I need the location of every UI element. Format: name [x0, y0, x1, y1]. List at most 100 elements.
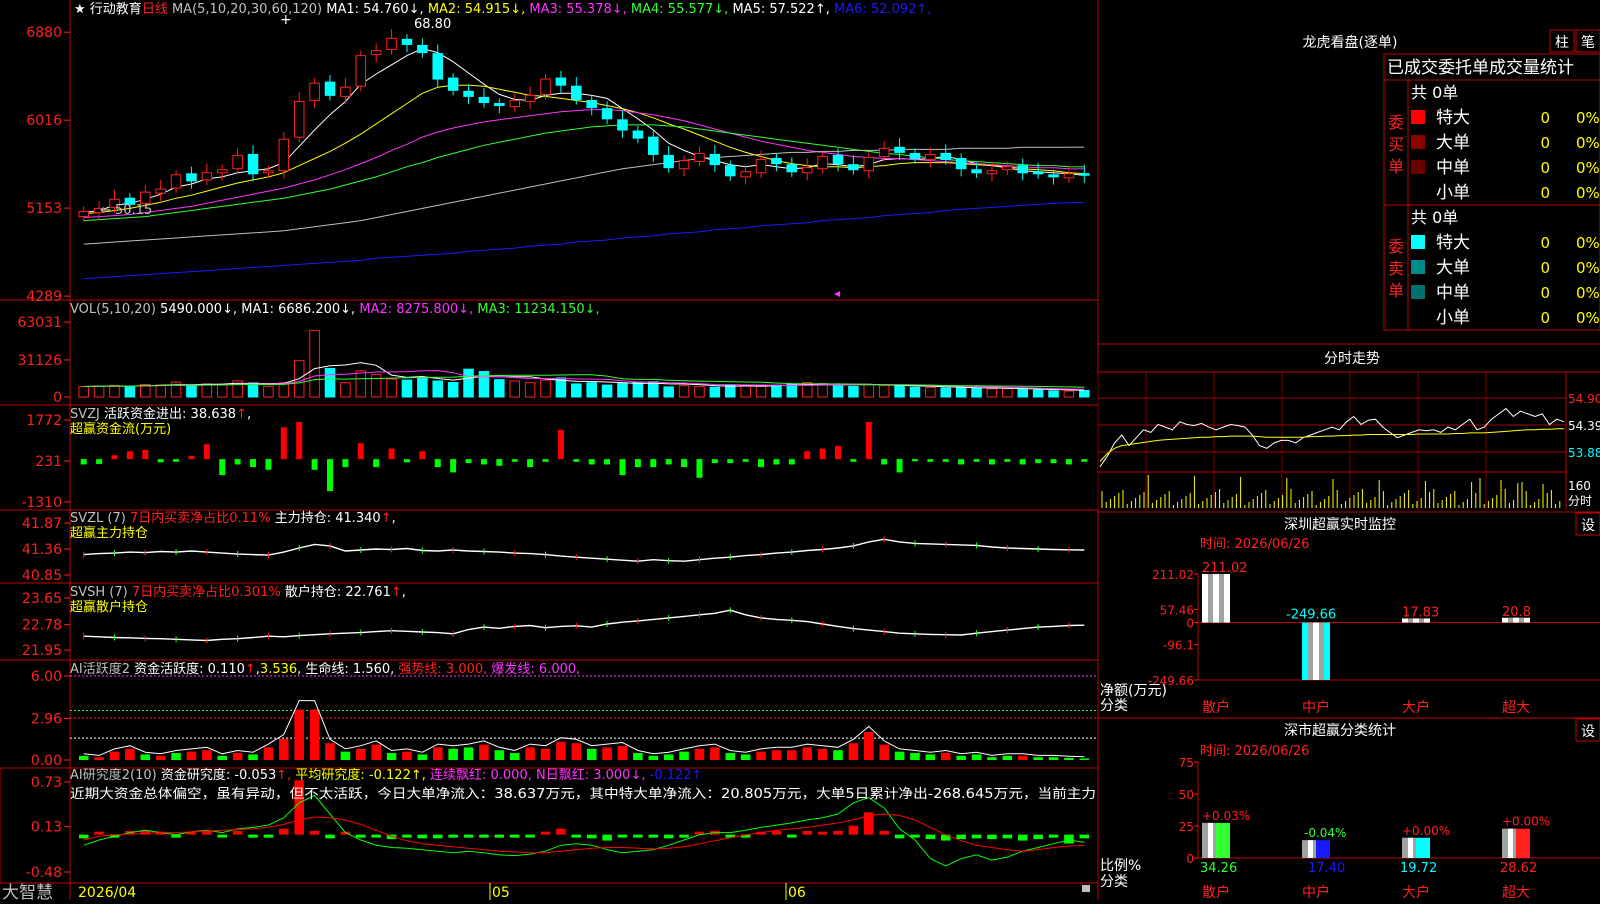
vol-bar-12[interactable]: [263, 385, 274, 398]
vol-bar-5[interactable]: [155, 384, 166, 398]
candle-body-7[interactable]: [186, 173, 197, 182]
svzj-bar-19[interactable]: [373, 459, 380, 468]
vol-bar-30[interactable]: [540, 379, 551, 398]
vol-bar-29[interactable]: [524, 382, 536, 398]
candle-body-18[interactable]: [355, 55, 367, 87]
candle-body-27[interactable]: [494, 103, 505, 107]
candle-body-42[interactable]: [724, 165, 736, 177]
candle-body-4[interactable]: [140, 191, 151, 204]
aia-bar-63[interactable]: [1048, 757, 1059, 760]
svzj-bar-53[interactable]: [896, 459, 903, 473]
candle-body-35[interactable]: [617, 119, 628, 131]
candle-body-10[interactable]: [232, 154, 243, 170]
air-bar-35[interactable]: [617, 834, 628, 838]
candle-body-52[interactable]: [878, 147, 890, 157]
aia-bar-64[interactable]: [1064, 757, 1074, 760]
aia-bar-61[interactable]: [1017, 755, 1028, 760]
svzj-bar-41[interactable]: [711, 459, 718, 464]
candle-body-55[interactable]: [925, 153, 936, 161]
air-bar-1[interactable]: [94, 831, 104, 835]
candle-body-63[interactable]: [1048, 174, 1059, 178]
vol-bar-52[interactable]: [878, 384, 890, 398]
svzj-bar-58[interactable]: [973, 459, 980, 462]
air-bar-49[interactable]: [833, 830, 843, 835]
svzj-bar-65[interactable]: [1081, 459, 1088, 462]
svzj-bar-2[interactable]: [111, 455, 118, 460]
air-bar-0[interactable]: [78, 834, 89, 839]
svzj-bar-46[interactable]: [788, 459, 795, 465]
aia-bar-55[interactable]: [925, 754, 936, 760]
vol-bar-36[interactable]: [632, 381, 644, 398]
candle-body-12[interactable]: [263, 170, 274, 174]
aia-bar-59[interactable]: [987, 757, 997, 760]
air-bar-18[interactable]: [356, 834, 366, 838]
candle-body-11[interactable]: [247, 153, 259, 175]
svzj-bar-56[interactable]: [942, 459, 949, 462]
aia-bar-65[interactable]: [1079, 758, 1090, 760]
candle-body-65[interactable]: [1079, 173, 1090, 176]
aia-bar-62[interactable]: [1033, 757, 1043, 760]
svzj-bar-47[interactable]: [804, 451, 811, 460]
aia-bar-41[interactable]: [710, 747, 720, 760]
fenshi-panel[interactable]: 分时走势 54.90 54.39 53.88 160分时: [1097, 351, 1600, 510]
air-bar-19[interactable]: [371, 834, 381, 838]
candle-body-24[interactable]: [447, 77, 459, 91]
air-bar-27[interactable]: [494, 834, 505, 838]
candle-body-60[interactable]: [1002, 166, 1013, 171]
svzj-bar-49[interactable]: [835, 445, 841, 460]
svzj-bar-44[interactable]: [758, 459, 765, 468]
vol-bar-65[interactable]: [1079, 389, 1090, 398]
vol-bar-58[interactable]: [971, 387, 982, 398]
air-bar-13[interactable]: [279, 828, 289, 835]
ai-research-panel[interactable]: 0.73 0.13 -0.48 AI研究度2(10) 资金研究度: -0.053↑, …: [26, 767, 1096, 881]
air-bar-52[interactable]: [879, 830, 889, 835]
svzj-bar-5[interactable]: [157, 459, 164, 463]
candle-body-46[interactable]: [786, 164, 798, 173]
candle-body-21[interactable]: [401, 38, 413, 45]
vol-bar-55[interactable]: [925, 386, 936, 398]
vol-bar-39[interactable]: [678, 385, 690, 398]
vol-bar-54[interactable]: [909, 386, 921, 398]
candle-body-26[interactable]: [478, 96, 490, 104]
svzj-bar-40[interactable]: [696, 459, 703, 478]
air-bar-64[interactable]: [1064, 834, 1074, 844]
ai-activity-panel[interactable]: 6.00 2.96 0.00 AI活跃度2 资金活跃度: 0.110↑,3.536, …: [31, 661, 1098, 769]
air-bar-48[interactable]: [817, 831, 828, 835]
aia-bar-21[interactable]: [402, 751, 412, 760]
air-bar-12[interactable]: [263, 834, 274, 838]
candle-body-39[interactable]: [678, 160, 690, 170]
air-bar-33[interactable]: [586, 834, 597, 839]
vol-bar-49[interactable]: [832, 384, 844, 398]
svzj-bar-22[interactable]: [419, 451, 426, 460]
aia-bar-42[interactable]: [725, 753, 736, 760]
vol-bar-23[interactable]: [432, 380, 444, 398]
vol-bar-51[interactable]: [863, 384, 875, 398]
candle-body-0[interactable]: [78, 210, 89, 218]
aia-bar-23[interactable]: [432, 747, 443, 760]
vol-bar-63[interactable]: [1048, 390, 1059, 398]
aia-bar-2[interactable]: [109, 751, 120, 760]
svsh-line[interactable]: [83, 609, 1085, 642]
svzj-bar-33[interactable]: [588, 459, 595, 465]
candle-body-48[interactable]: [817, 155, 828, 170]
air-bar-16[interactable]: [325, 834, 335, 839]
svzj-bar-61[interactable]: [1019, 459, 1026, 465]
svzj-bar-36[interactable]: [634, 459, 641, 468]
vol-bar-19[interactable]: [370, 373, 382, 398]
candle-body-14[interactable]: [293, 100, 305, 138]
aia-bar-6[interactable]: [171, 753, 181, 760]
kline-panel[interactable]: 6880 6016 5153 4289 ★ 行动教育日线 MA(5,10,20,30,6…: [26, 1, 1090, 305]
aia-bar-57[interactable]: [956, 755, 966, 760]
air-bar-15[interactable]: [309, 830, 320, 835]
vol-bar-35[interactable]: [617, 382, 628, 398]
air-bar-45[interactable]: [771, 830, 782, 835]
air-bar-9[interactable]: [217, 834, 228, 838]
aia-bar-51[interactable]: [864, 732, 874, 760]
candle-body-56[interactable]: [940, 152, 952, 161]
candle-body-22[interactable]: [417, 44, 428, 54]
air-bar-56[interactable]: [940, 834, 951, 841]
aia-bar-31[interactable]: [556, 741, 566, 760]
aia-bar-43[interactable]: [740, 754, 751, 760]
svzj-bar-30[interactable]: [542, 459, 549, 462]
aia-bar-15[interactable]: [309, 709, 320, 760]
